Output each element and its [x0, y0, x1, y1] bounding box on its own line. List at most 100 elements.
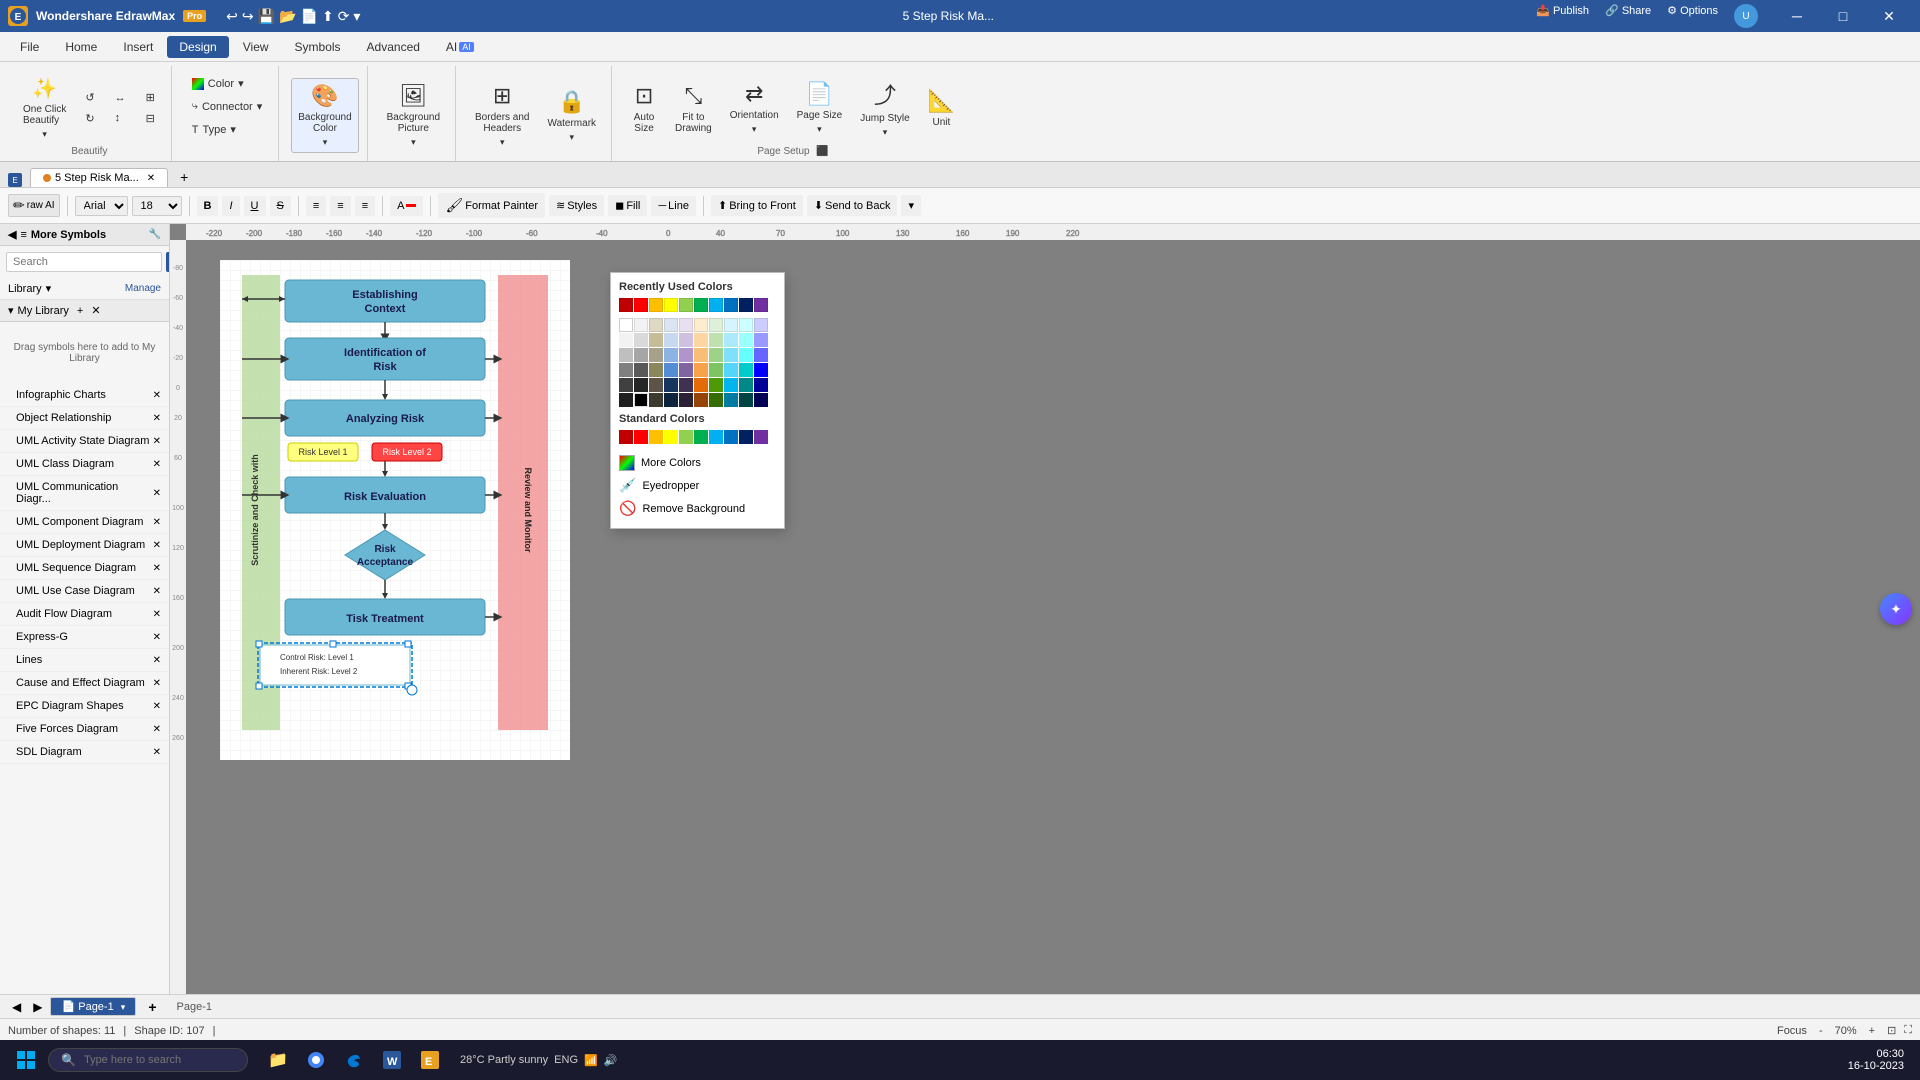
taskbar-search-input[interactable] [84, 1054, 234, 1066]
theme-color[interactable] [619, 363, 633, 377]
borders-headers-button[interactable]: ⊞ Borders andHeaders ▾ [468, 78, 536, 153]
color-button[interactable]: Color ▾ [184, 74, 252, 93]
theme-color[interactable] [679, 393, 693, 407]
theme-color[interactable] [649, 393, 663, 407]
italic-button[interactable]: I [222, 196, 239, 216]
sidebar-item-lines[interactable]: Lines ✕ [0, 649, 169, 672]
remove-background-button[interactable]: 🚫 Remove Background [619, 497, 776, 520]
my-library-close[interactable]: ✕ [91, 304, 100, 317]
theme-color[interactable] [724, 348, 738, 362]
auto-size-button[interactable]: ⊡ AutoSize [624, 78, 664, 139]
theme-color[interactable] [694, 333, 708, 347]
taskbar-chrome[interactable] [298, 1042, 334, 1078]
theme-color[interactable] [619, 348, 633, 362]
page-size-dropdown[interactable]: ▾ [817, 124, 822, 135]
item-close[interactable]: ✕ [153, 701, 161, 712]
sidebar-item-five-forces[interactable]: Five Forces Diagram ✕ [0, 718, 169, 741]
rotate-left-button[interactable]: ↺ [77, 88, 102, 107]
std-color-2[interactable] [634, 430, 648, 444]
recent-color-6[interactable] [694, 298, 708, 312]
theme-color[interactable] [754, 393, 768, 407]
theme-color[interactable] [694, 378, 708, 392]
theme-color[interactable] [754, 378, 768, 392]
theme-color[interactable] [619, 333, 633, 347]
open-button[interactable]: 📂 [279, 8, 296, 25]
recent-color-5[interactable] [679, 298, 693, 312]
theme-color[interactable] [634, 393, 648, 407]
type-dropdown[interactable]: ▾ [230, 123, 236, 136]
watermark-button[interactable]: 🔒 Watermark ▾ [541, 84, 604, 148]
theme-color[interactable] [619, 393, 633, 407]
add-tab-button[interactable]: + [172, 167, 196, 187]
std-color-3[interactable] [649, 430, 663, 444]
theme-color[interactable] [754, 363, 768, 377]
recent-color-10[interactable] [754, 298, 768, 312]
item-close[interactable]: ✕ [153, 678, 161, 689]
theme-color[interactable] [709, 318, 723, 332]
align-right-button[interactable]: ≡ [355, 196, 375, 216]
panel-expand-icon[interactable]: ≡ [20, 229, 26, 241]
recent-color-4[interactable] [664, 298, 678, 312]
page-nav-next[interactable]: ▶ [29, 1000, 46, 1014]
menu-ai[interactable]: AI AI [434, 36, 486, 58]
flip-h-button[interactable]: ↔ [107, 89, 134, 107]
theme-color[interactable] [739, 378, 753, 392]
taskbar-word[interactable]: W [374, 1042, 410, 1078]
more-fmt-button[interactable]: ▾ [901, 195, 921, 216]
recent-color-2[interactable] [634, 298, 648, 312]
align-button[interactable]: ⊞ [138, 88, 163, 107]
my-library-collapse[interactable]: ▾ [8, 304, 14, 317]
theme-color[interactable] [739, 348, 753, 362]
item-close[interactable]: ✕ [153, 540, 161, 551]
std-color-5[interactable] [679, 430, 693, 444]
theme-color[interactable] [664, 393, 678, 407]
menu-home[interactable]: Home [53, 36, 109, 58]
theme-color[interactable] [649, 318, 663, 332]
recent-color-7[interactable] [709, 298, 723, 312]
diagram-svg[interactable]: Scrutinize and Check with Review and Mon… [220, 260, 570, 760]
theme-color[interactable] [649, 333, 663, 347]
sidebar-item-express-g[interactable]: Express-G ✕ [0, 626, 169, 649]
undo-button[interactable]: ↩ [226, 8, 238, 25]
theme-color[interactable] [634, 363, 648, 377]
theme-color[interactable] [649, 348, 663, 362]
item-close[interactable]: ✕ [153, 655, 161, 666]
item-close[interactable]: ✕ [153, 747, 161, 758]
jump-style-dropdown[interactable]: ▾ [883, 127, 888, 138]
fit-to-drawing-button[interactable]: ⤡ Fit toDrawing [668, 78, 719, 139]
theme-color[interactable] [694, 363, 708, 377]
item-close[interactable]: ✕ [153, 413, 161, 424]
beautify-dropdown[interactable]: ▾ [42, 129, 47, 140]
recent-color-9[interactable] [739, 298, 753, 312]
theme-color[interactable] [619, 318, 633, 332]
background-picture-button[interactable]: 🖼 BackgroundPicture ▾ [380, 78, 447, 153]
theme-color[interactable] [724, 363, 738, 377]
item-close[interactable]: ✕ [153, 724, 161, 735]
share-button[interactable]: ⬆ [322, 8, 334, 25]
zoom-plus-button[interactable]: + [1865, 1025, 1879, 1037]
volume-icon[interactable]: 🔊 [604, 1054, 618, 1067]
menu-symbols[interactable]: Symbols [283, 36, 353, 58]
options-button[interactable]: ⚙ Options [1667, 4, 1718, 28]
sidebar-item-uml-sequence[interactable]: UML Sequence Diagram ✕ [0, 557, 169, 580]
item-close[interactable]: ✕ [153, 586, 161, 597]
theme-color[interactable] [664, 363, 678, 377]
theme-color[interactable] [664, 333, 678, 347]
theme-color[interactable] [679, 318, 693, 332]
ai-assistant-button[interactable]: ✦ [1880, 593, 1912, 625]
borders-dropdown[interactable]: ▾ [500, 137, 505, 148]
redo-button[interactable]: ↪ [242, 8, 254, 25]
full-screen-button[interactable]: ⛶ [1904, 1024, 1912, 1037]
close-button[interactable]: ✕ [1866, 0, 1912, 32]
align-center-button[interactable]: ≡ [330, 196, 350, 216]
theme-color[interactable] [724, 393, 738, 407]
theme-color[interactable] [724, 318, 738, 332]
one-click-beautify-button[interactable]: ✨ One ClickBeautify ▾ [16, 71, 73, 145]
theme-color[interactable] [694, 348, 708, 362]
sidebar-item-uml-use-case[interactable]: UML Use Case Diagram ✕ [0, 580, 169, 603]
theme-color[interactable] [634, 378, 648, 392]
panel-manage-button[interactable]: 🔧 [149, 229, 161, 240]
type-button[interactable]: T Type ▾ [184, 120, 244, 139]
menu-file[interactable]: File [8, 36, 51, 58]
menu-advanced[interactable]: Advanced [355, 36, 432, 58]
